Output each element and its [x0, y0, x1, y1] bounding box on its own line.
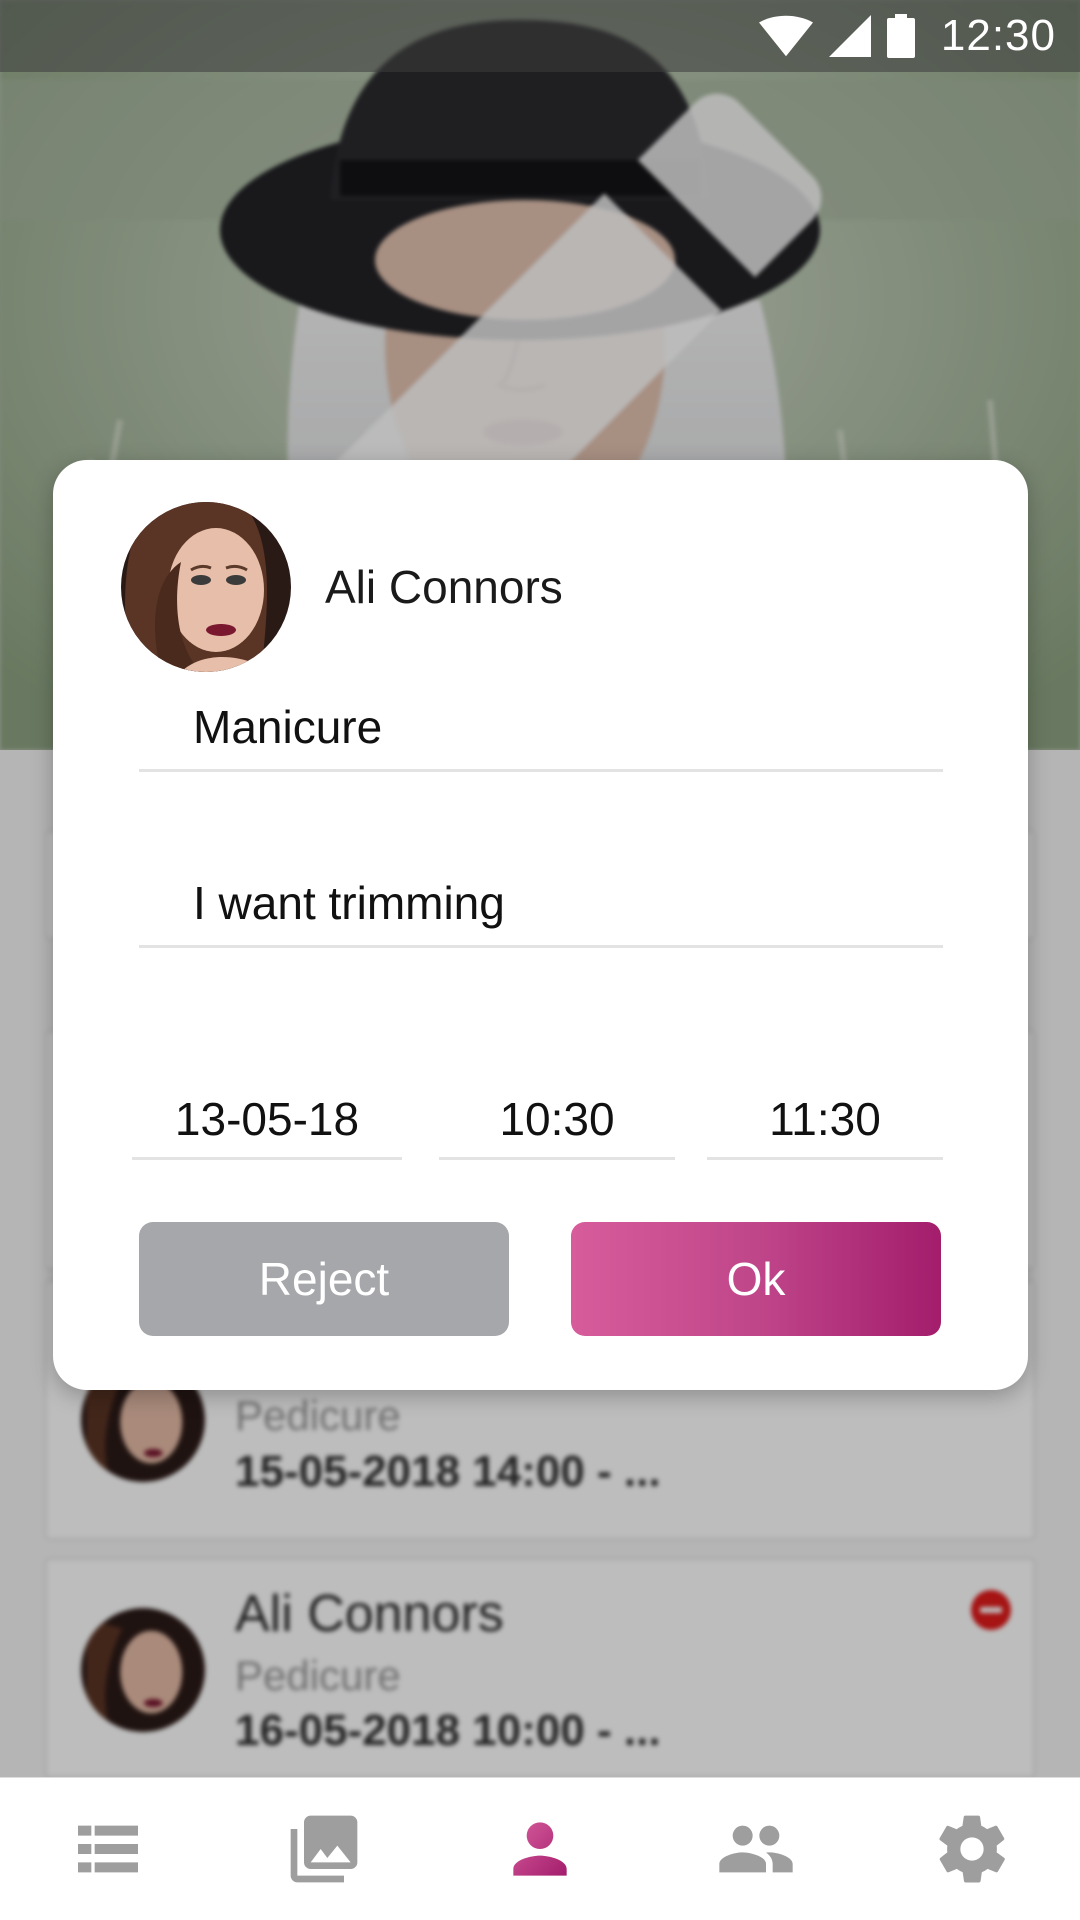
app-screen: Pedicure 15-05-2018 14:00 - ... Ali Conn… — [0, 0, 1080, 1920]
date-field[interactable]: 13-05-18 — [132, 1080, 402, 1160]
status-bar: 12:30 — [0, 0, 1080, 72]
cellular-signal-icon — [828, 15, 871, 57]
nav-item-list[interactable] — [0, 1778, 216, 1920]
service-field[interactable]: Manicure — [139, 680, 943, 772]
date-value: 13-05-18 — [174, 1093, 360, 1145]
start-time-value: 10:30 — [499, 1093, 615, 1145]
nav-item-settings[interactable] — [864, 1778, 1080, 1920]
wifi-icon — [758, 15, 813, 57]
start-time-field[interactable]: 10:30 — [439, 1080, 675, 1160]
note-field[interactable]: I want trimming — [139, 856, 943, 948]
gear-icon — [939, 1815, 1005, 1883]
status-time: 12:30 — [940, 11, 1056, 60]
client-avatar — [121, 502, 291, 672]
client-name: Ali Connors — [325, 561, 563, 613]
nav-item-profile[interactable] — [432, 1778, 648, 1920]
person-icon — [513, 1822, 567, 1876]
gallery-icon — [290, 1815, 358, 1883]
end-time-value: 11:30 — [769, 1093, 881, 1145]
end-time-field[interactable]: 11:30 — [707, 1080, 943, 1160]
nav-item-people[interactable] — [648, 1778, 864, 1920]
battery-icon — [886, 14, 915, 58]
appointment-request-dialog: Ali Connors Manicure I want trimming 13-… — [53, 460, 1028, 1390]
note-value: I want trimming — [193, 877, 505, 929]
service-value: Manicure — [193, 701, 383, 753]
nav-item-gallery[interactable] — [216, 1778, 432, 1920]
reject-button[interactable]: Reject — [139, 1222, 509, 1336]
ok-button[interactable]: Ok — [571, 1222, 941, 1336]
bottom-navigation — [0, 1777, 1080, 1920]
list-icon — [78, 1825, 138, 1873]
people-icon — [719, 1825, 793, 1873]
